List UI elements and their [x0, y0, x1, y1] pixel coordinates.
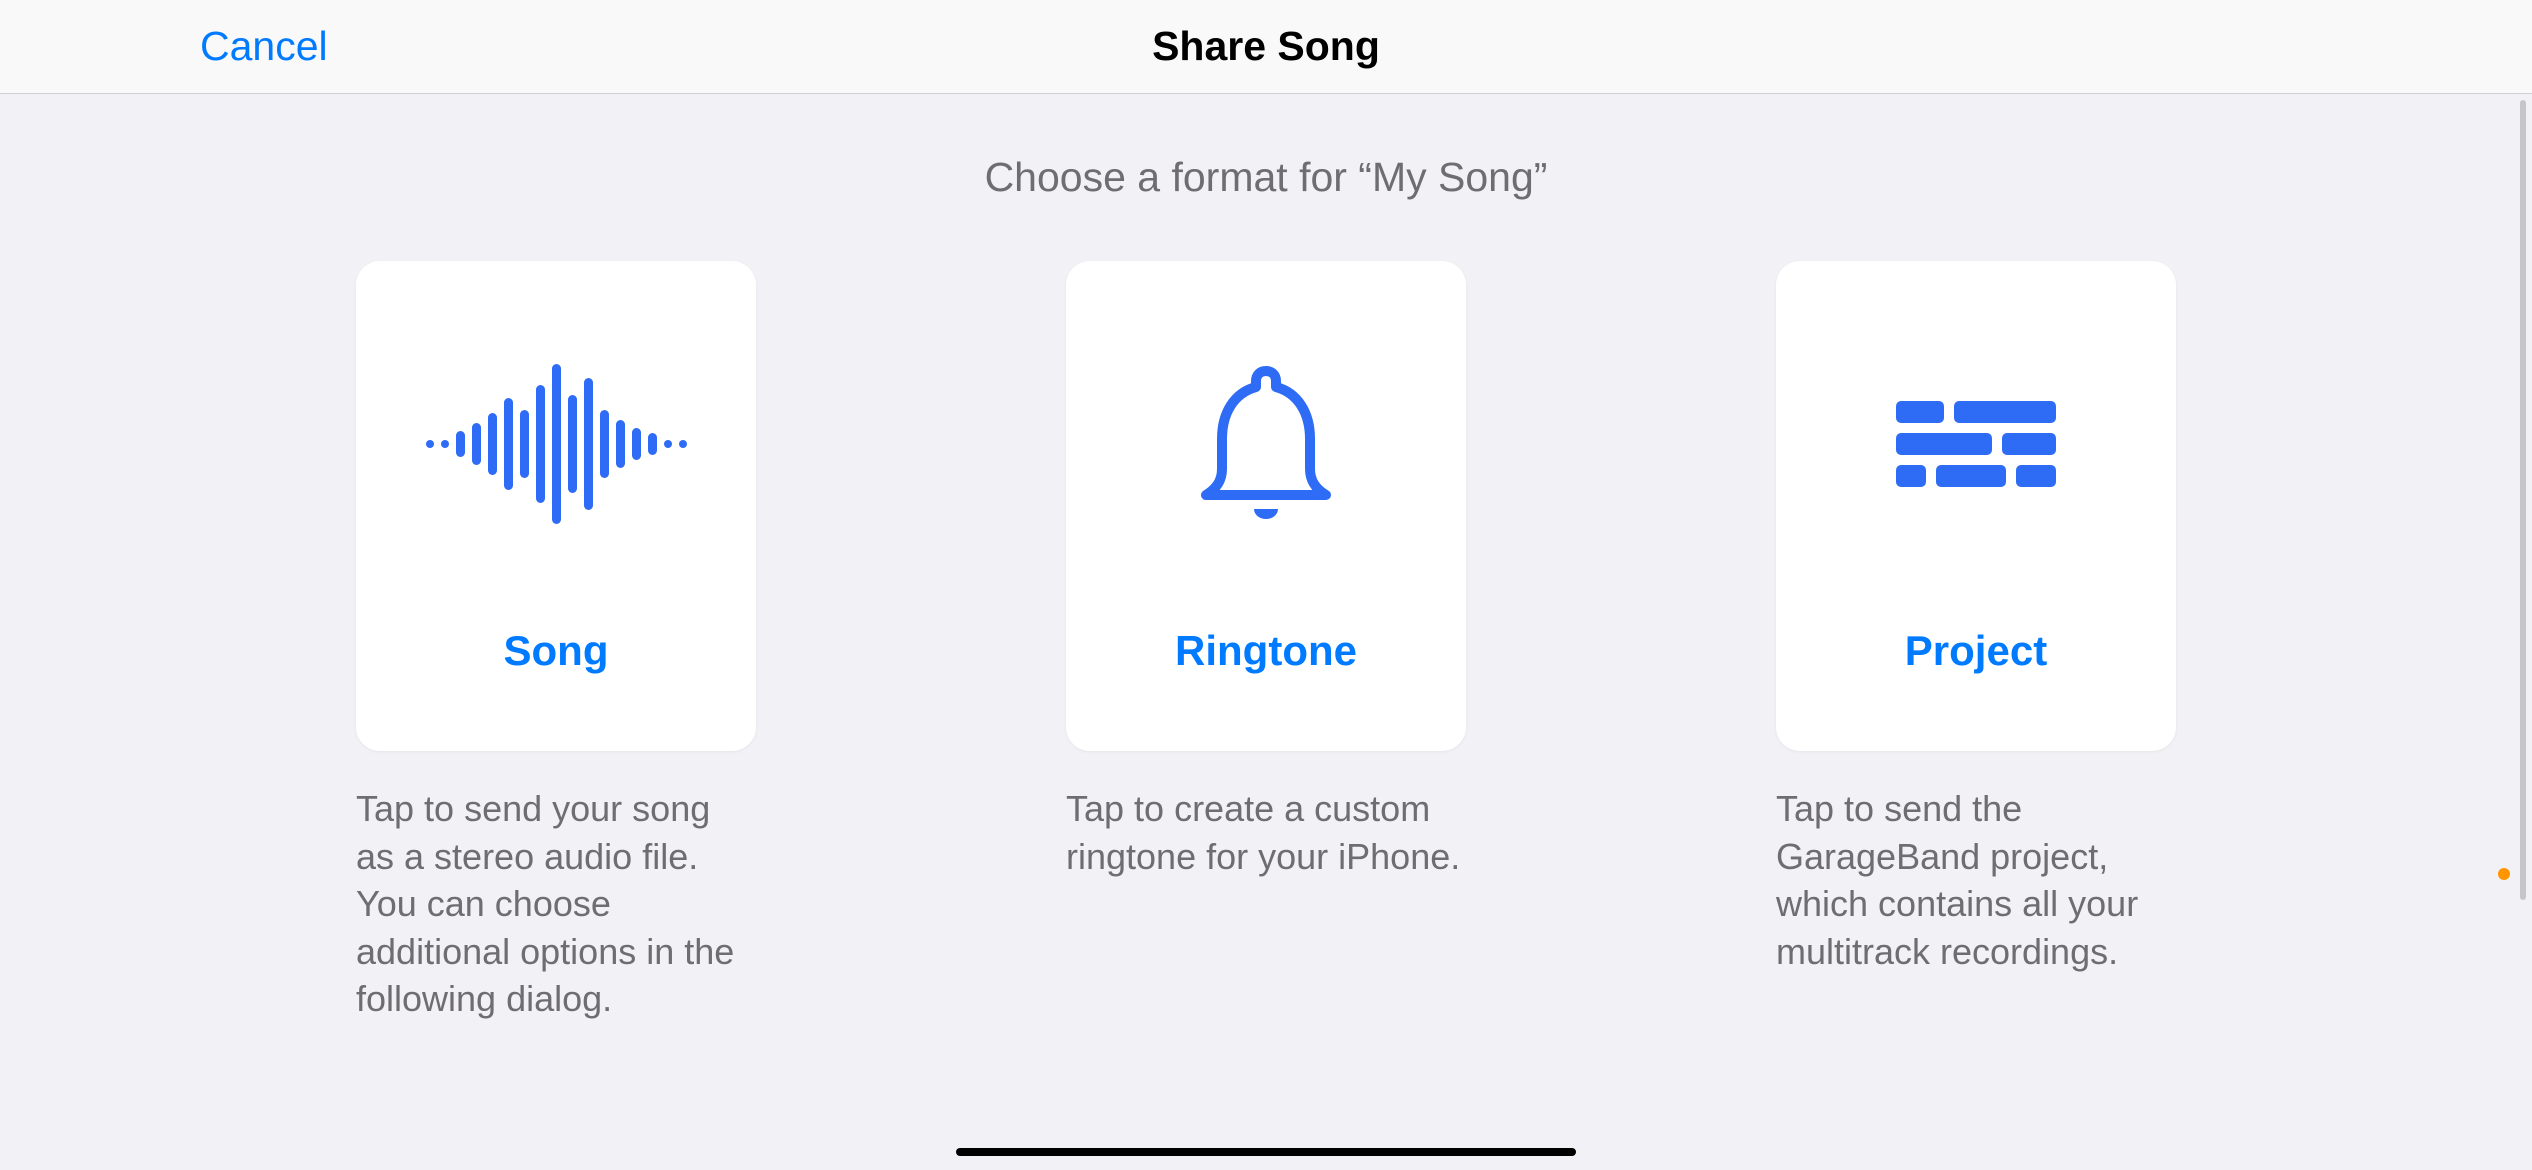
option-song[interactable]: Song	[356, 261, 756, 751]
option-ringtone-wrap: Ringtone Tap to create a custom ringtone…	[1066, 261, 1466, 1023]
format-options: Song Tap to send your song as a stereo a…	[0, 261, 2532, 1023]
content-area: Choose a format for “My Song”	[0, 94, 2532, 1023]
microphone-indicator-icon	[2498, 868, 2510, 880]
page-title: Share Song	[1152, 23, 1380, 70]
option-ringtone[interactable]: Ringtone	[1066, 261, 1466, 751]
bell-icon	[1186, 261, 1346, 627]
option-song-wrap: Song Tap to send your song as a stereo a…	[356, 261, 756, 1023]
option-project-label: Project	[1905, 627, 2047, 675]
scroll-indicator[interactable]	[2520, 100, 2526, 900]
waveform-icon	[426, 261, 687, 627]
option-song-description: Tap to send your song as a stereo audio …	[356, 785, 756, 1023]
option-ringtone-description: Tap to create a custom ringtone for your…	[1066, 785, 1466, 880]
option-project-description: Tap to send the GarageBand project, whic…	[1776, 785, 2176, 975]
header-bar: Cancel Share Song	[0, 0, 2532, 94]
cancel-button[interactable]: Cancel	[200, 23, 328, 70]
option-ringtone-label: Ringtone	[1175, 627, 1357, 675]
home-indicator[interactable]	[956, 1148, 1576, 1156]
tracks-icon	[1896, 261, 2056, 627]
option-project[interactable]: Project	[1776, 261, 2176, 751]
option-project-wrap: Project Tap to send the GarageBand proje…	[1776, 261, 2176, 1023]
option-song-label: Song	[504, 627, 609, 675]
format-subtitle: Choose a format for “My Song”	[0, 154, 2532, 201]
